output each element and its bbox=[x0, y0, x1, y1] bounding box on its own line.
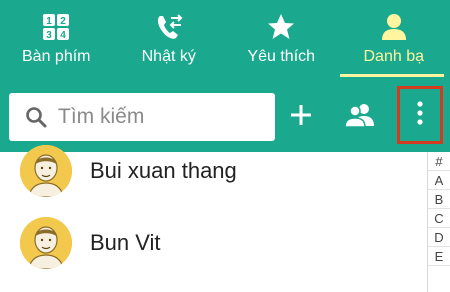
search-icon bbox=[24, 104, 50, 130]
avatar bbox=[20, 217, 72, 269]
index-item[interactable]: D bbox=[428, 228, 450, 247]
index-item[interactable]: C bbox=[428, 209, 450, 228]
index-item[interactable]: B bbox=[428, 190, 450, 209]
svg-text:1: 1 bbox=[46, 16, 52, 27]
index-item[interactable]: # bbox=[428, 152, 450, 171]
tab-label: Bàn phím bbox=[22, 48, 91, 65]
list-item[interactable]: Bui xuan thang bbox=[0, 136, 420, 206]
contact-name: Bun Vit bbox=[90, 230, 161, 255]
star-icon bbox=[266, 12, 296, 42]
groups-icon bbox=[344, 102, 376, 133]
svg-text:3: 3 bbox=[46, 30, 52, 41]
tab-contacts[interactable]: Danh bạ bbox=[338, 0, 450, 82]
svg-text:4: 4 bbox=[60, 30, 66, 41]
tab-call-log[interactable]: Nhật ký bbox=[113, 0, 226, 82]
svg-text:2: 2 bbox=[60, 16, 66, 27]
default-avatar-icon bbox=[20, 217, 72, 269]
avatar bbox=[20, 145, 72, 197]
tab-keypad[interactable]: 1 2 3 4 Bàn phím bbox=[0, 0, 113, 82]
active-tab-indicator bbox=[339, 74, 444, 77]
index-item[interactable]: A bbox=[428, 171, 450, 190]
contact-name: Bui xuan thang bbox=[90, 158, 237, 183]
call-log-icon bbox=[154, 12, 184, 42]
index-item[interactable]: E bbox=[428, 247, 450, 266]
search-box[interactable] bbox=[9, 93, 275, 141]
tab-favorites[interactable]: Yêu thích bbox=[225, 0, 338, 82]
alphabet-index[interactable]: # A B C D E bbox=[427, 152, 450, 292]
tab-bar: 1 2 3 4 Bàn phím Nhật ký Yêu thích Danh … bbox=[0, 0, 450, 82]
search-input[interactable] bbox=[58, 105, 258, 129]
list-item[interactable]: Bun Vit bbox=[0, 208, 420, 278]
plus-icon bbox=[288, 102, 314, 133]
more-vertical-icon bbox=[416, 100, 424, 131]
default-avatar-icon bbox=[20, 145, 72, 197]
tab-label: Yêu thích bbox=[247, 48, 316, 65]
groups-button[interactable] bbox=[337, 93, 383, 141]
add-contact-button[interactable] bbox=[278, 93, 324, 141]
contact-list: Bui xuan thang Bun Vit bbox=[0, 145, 420, 292]
tab-label: Danh bạ bbox=[363, 48, 425, 65]
contacts-icon bbox=[379, 12, 409, 42]
dialpad-icon: 1 2 3 4 bbox=[41, 12, 71, 42]
tab-label: Nhật ký bbox=[141, 48, 196, 65]
